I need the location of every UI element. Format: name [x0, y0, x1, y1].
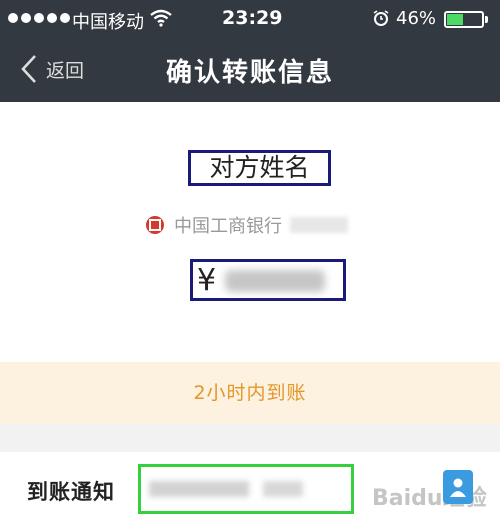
arrival-notification-row[interactable]: 到账通知 Baidu经验 [0, 452, 500, 521]
battery-percent: 46% [396, 8, 437, 29]
page-title: 确认转账信息 [165, 58, 334, 88]
bank-info: 中国工商银行 [146, 212, 348, 238]
battery-icon [444, 11, 484, 28]
phone-redacted-tail [263, 481, 303, 497]
currency-symbol: ¥ [197, 263, 217, 298]
clock-time: 23:29 [222, 7, 283, 29]
signal-dots-icon [8, 13, 70, 23]
arrival-time-notice: 2小时内到账 [0, 362, 500, 424]
amount-redacted [225, 270, 325, 292]
transfer-details: 对方姓名 中国工商银行 ¥ [0, 102, 500, 362]
wifi-icon [150, 9, 172, 27]
contact-picker-button[interactable] [443, 470, 473, 504]
recipient-name: 对方姓名 [188, 150, 331, 186]
bank-name: 中国工商银行 [174, 216, 282, 237]
contact-icon [450, 478, 466, 497]
navigation-bar: 返回 确认转账信息 [0, 38, 500, 102]
carrier-name: 中国移动 [72, 12, 144, 33]
notification-phone-input[interactable] [138, 464, 354, 514]
alarm-icon [373, 10, 389, 26]
notification-label: 到账通知 [27, 480, 115, 504]
transfer-amount: ¥ [190, 259, 346, 301]
status-bar: 中国移动 23:29 46% [0, 0, 500, 38]
battery-nub [485, 16, 488, 23]
bank-logo-icon [146, 216, 164, 234]
phone-redacted [149, 481, 249, 497]
account-number-redacted [290, 217, 348, 233]
